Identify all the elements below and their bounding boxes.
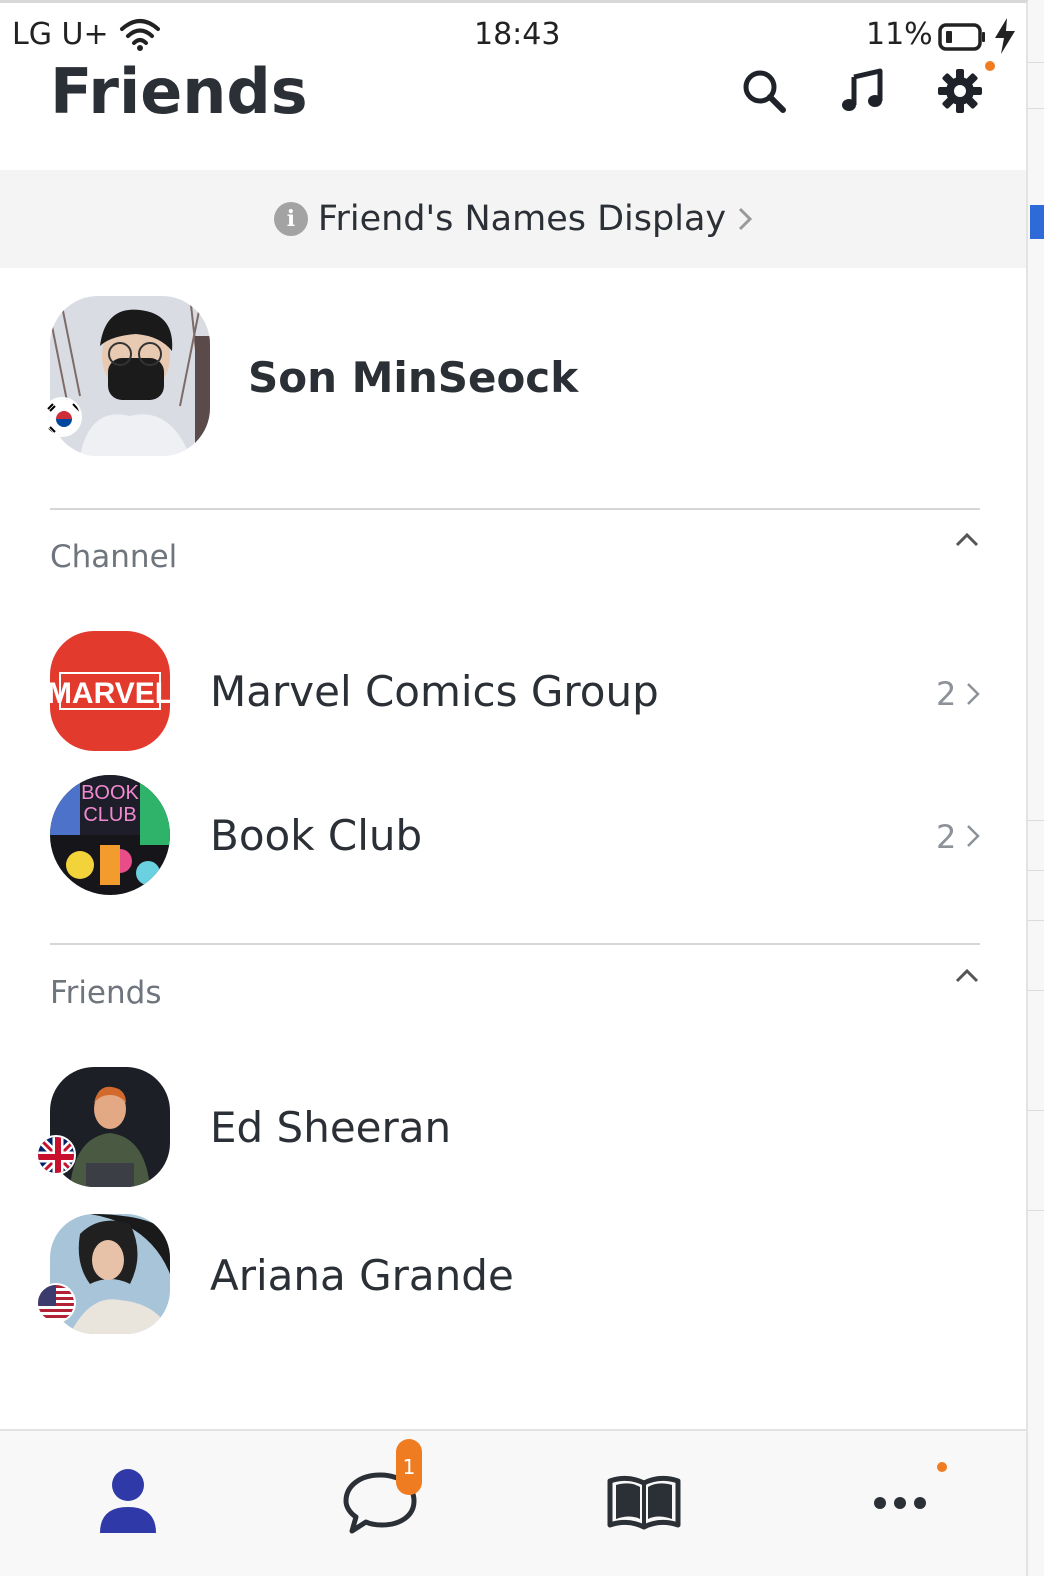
- chevron-up-icon[interactable]: [954, 967, 980, 985]
- channel-section-label: Channel: [50, 539, 178, 575]
- charging-bolt-icon: [995, 18, 1015, 54]
- open-book-icon[interactable]: [604, 1461, 684, 1541]
- friend-name[interactable]: Ariana Grande: [210, 1251, 514, 1300]
- friend-name[interactable]: Ed Sheeran: [210, 1103, 451, 1152]
- section-divider: [50, 508, 980, 510]
- more-notification-dot: [937, 1462, 947, 1472]
- friends-tab-icon[interactable]: [88, 1461, 168, 1541]
- page-title: Friends: [50, 55, 308, 128]
- book-club-channel-logo[interactable]: BOOK CLUB: [50, 775, 170, 895]
- background-page-edge: [1028, 0, 1044, 1576]
- channel-name[interactable]: Book Club: [210, 811, 422, 860]
- banner-text: Friend's Names Display: [317, 199, 727, 239]
- music-note-icon[interactable]: [838, 67, 886, 115]
- status-bar: LG U+ 18:43 11%: [0, 11, 1026, 59]
- chevron-right-icon: [739, 207, 753, 231]
- friends-section-label: Friends: [50, 975, 162, 1011]
- section-divider: [50, 943, 980, 945]
- chevron-right-icon[interactable]: [966, 681, 980, 707]
- app-screen: LG U+ 18:43 11% Friends i Friend's Names…: [0, 0, 1028, 1576]
- channel-count: 2: [936, 818, 957, 856]
- marvel-logo-text: MARVEL: [50, 677, 170, 710]
- us-flag-icon: [36, 1283, 76, 1323]
- more-icon[interactable]: [862, 1461, 942, 1541]
- uk-flag-icon: [36, 1135, 76, 1175]
- channel-count: 2: [936, 675, 957, 713]
- my-profile-name[interactable]: Son MinSeock: [248, 353, 578, 402]
- gear-icon[interactable]: [936, 67, 984, 115]
- chevron-up-icon[interactable]: [954, 531, 980, 549]
- marvel-channel-logo[interactable]: MARVEL: [50, 631, 170, 751]
- wifi-icon: [120, 19, 160, 51]
- search-icon[interactable]: [740, 67, 788, 115]
- channel-name[interactable]: Marvel Comics Group: [210, 667, 659, 716]
- south-korea-flag-icon: [42, 397, 82, 437]
- carrier-label: LG U+: [12, 17, 109, 52]
- bottom-tab-bar: 1: [0, 1429, 1026, 1576]
- battery-icon: [938, 23, 985, 51]
- chats-unread-badge: 1: [396, 1439, 422, 1495]
- battery-percent: 11%: [866, 17, 933, 52]
- friends-names-display-banner[interactable]: i Friend's Names Display: [0, 170, 1026, 268]
- book-club-logo-line2: CLUB: [83, 804, 136, 826]
- settings-notification-dot: [985, 61, 995, 71]
- info-icon: i: [273, 202, 308, 236]
- book-club-logo-line1: BOOK: [81, 782, 139, 804]
- clock: 18:43: [474, 17, 561, 52]
- chevron-right-icon[interactable]: [966, 823, 980, 849]
